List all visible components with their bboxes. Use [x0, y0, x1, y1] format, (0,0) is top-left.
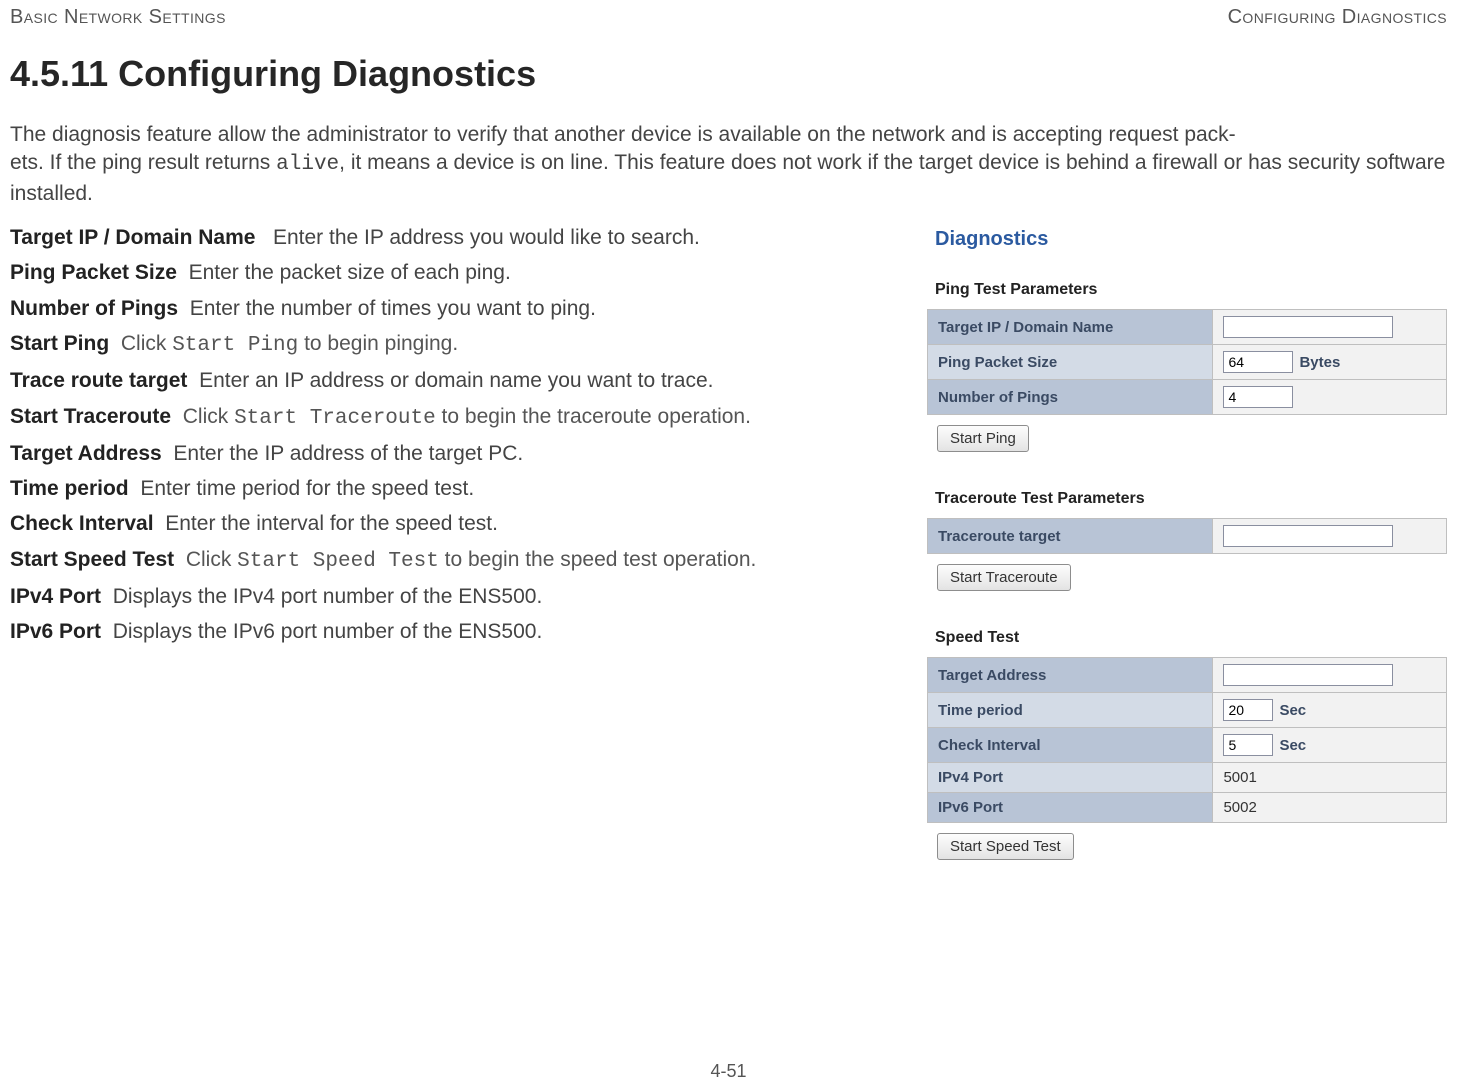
- page-running-header: Basic Network Settings Configuring Diagn…: [10, 6, 1447, 29]
- definition-list: Target IP / Domain Name Enter the IP add…: [10, 222, 923, 654]
- speed-section-label: Speed Test: [935, 629, 1447, 647]
- table-row: Traceroute target: [928, 519, 1447, 554]
- page-number: 4-51: [0, 1061, 1457, 1082]
- speed-target-input[interactable]: [1223, 664, 1393, 686]
- ping-count-input[interactable]: [1223, 386, 1293, 408]
- table-row: Number of Pings: [928, 380, 1447, 415]
- table-row: IPv4 Port 5001: [928, 763, 1447, 793]
- table-row: Ping Packet Size Bytes: [928, 345, 1447, 380]
- diagnostics-panel: Diagnostics Ping Test Parameters Target …: [923, 222, 1447, 860]
- ping-section-label: Ping Test Parameters: [935, 281, 1447, 299]
- traceroute-form: Traceroute target: [927, 518, 1447, 554]
- panel-title: Diagnostics: [935, 228, 1447, 251]
- start-ping-button[interactable]: Start Ping: [937, 425, 1029, 452]
- ipv4-port-value: 5001: [1213, 763, 1447, 793]
- speed-interval-input[interactable]: [1223, 734, 1273, 756]
- header-right: Configuring Diagnostics: [1228, 6, 1447, 29]
- traceroute-target-input[interactable]: [1223, 525, 1393, 547]
- start-speed-test-button[interactable]: Start Speed Test: [937, 833, 1074, 860]
- table-row: Time period Sec: [928, 693, 1447, 728]
- ipv6-port-value: 5002: [1213, 793, 1447, 823]
- table-row: Check Interval Sec: [928, 728, 1447, 763]
- ping-size-input[interactable]: [1223, 351, 1293, 373]
- table-row: IPv6 Port 5002: [928, 793, 1447, 823]
- ping-target-input[interactable]: [1223, 316, 1393, 338]
- speed-form: Target Address Time period Sec Check Int…: [927, 657, 1447, 823]
- header-left: Basic Network Settings: [10, 6, 226, 29]
- intro-paragraph: The diagnosis feature allow the administ…: [10, 121, 1447, 208]
- traceroute-section-label: Traceroute Test Parameters: [935, 490, 1447, 508]
- table-row: Target IP / Domain Name: [928, 310, 1447, 345]
- page-title: 4.5.11 Configuring Diagnostics: [10, 53, 1447, 95]
- start-traceroute-button[interactable]: Start Traceroute: [937, 564, 1071, 591]
- table-row: Target Address: [928, 658, 1447, 693]
- speed-period-input[interactable]: [1223, 699, 1273, 721]
- ping-form: Target IP / Domain Name Ping Packet Size…: [927, 309, 1447, 415]
